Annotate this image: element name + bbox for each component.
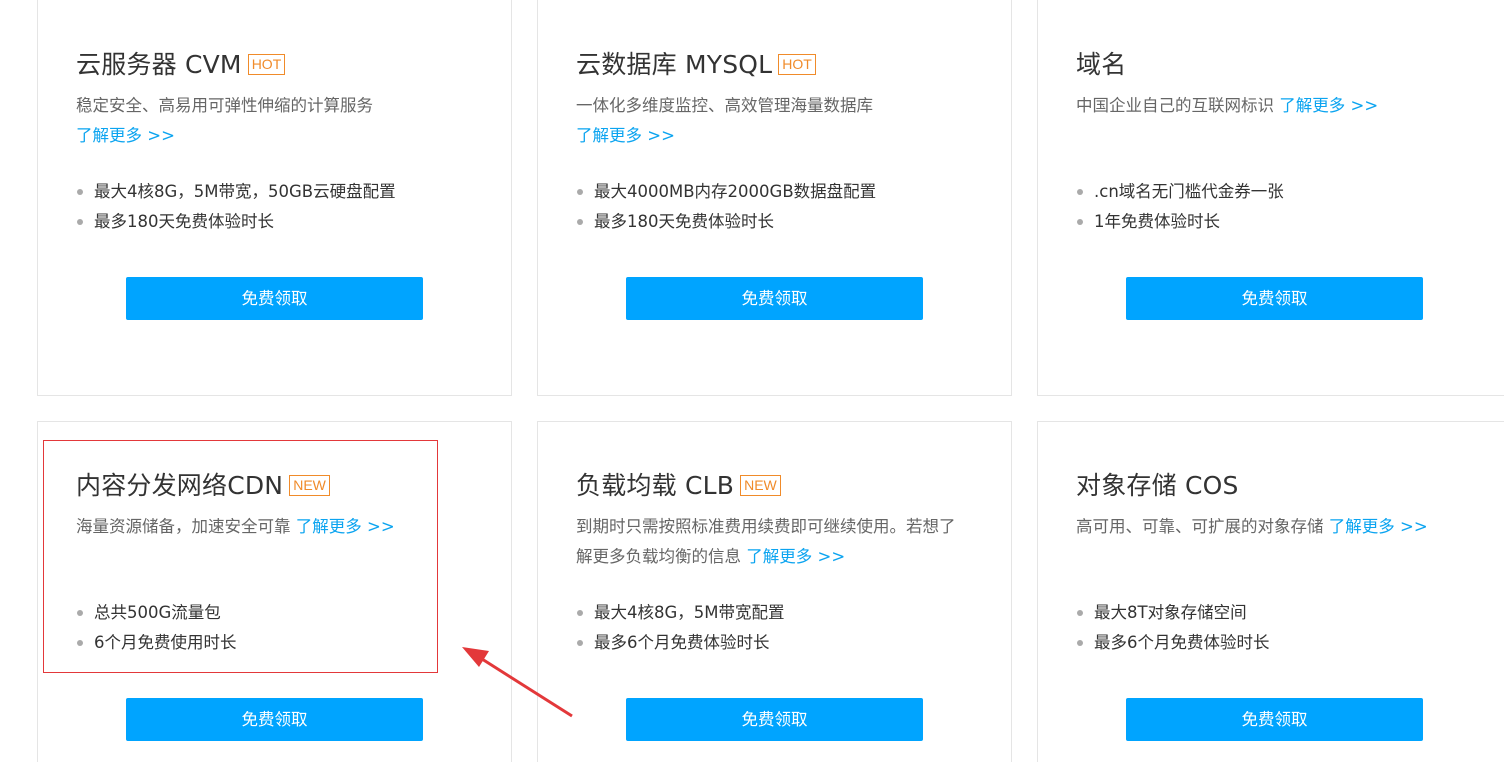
feature-text: 最多180天免费体验时长 bbox=[594, 212, 774, 231]
feature-item: 最多6个月免费体验时长 bbox=[1076, 628, 1270, 658]
product-card: 对象存储 COS 高可用、可靠、可扩展的对象存储 了解更多 >> 最大8T对象存储空… bbox=[1037, 421, 1504, 762]
feature-list: 最大4000MB内存2000GB数据盘配置 最多180天免费体验时长 bbox=[576, 177, 876, 237]
product-badge: NEW bbox=[289, 474, 330, 496]
product-title: 对象存储 COS bbox=[1076, 471, 1239, 500]
product-title: 负载均载 CLB bbox=[576, 471, 735, 500]
product-title-row: 负载均载 CLB NEW bbox=[576, 466, 781, 502]
feature-item: .cn域名无门槛代金券一张 bbox=[1076, 177, 1284, 207]
bullet-dot-icon bbox=[577, 219, 583, 225]
feature-text: 最多6个月免费体验时长 bbox=[1094, 633, 1270, 652]
claim-free-button[interactable]: 免费领取 bbox=[1126, 277, 1423, 320]
feature-text: 1年免费体验时长 bbox=[1094, 212, 1220, 231]
product-description: 一体化多维度监控、高效管理海量数据库 了解更多 >> bbox=[576, 91, 976, 151]
bullet-dot-icon bbox=[1077, 219, 1083, 225]
feature-item: 6个月免费使用时长 bbox=[76, 628, 237, 658]
claim-free-button[interactable]: 免费领取 bbox=[626, 277, 923, 320]
feature-item: 最大4000MB内存2000GB数据盘配置 bbox=[576, 177, 876, 207]
feature-text: 最多6个月免费体验时长 bbox=[594, 633, 770, 652]
product-card: 云数据库 MYSQL HOT 一体化多维度监控、高效管理海量数据库 了解更多 >> 最大… bbox=[537, 0, 1012, 396]
product-badge: HOT bbox=[778, 53, 816, 75]
product-grid: 云服务器 CVM HOT 稳定安全、高易用可弹性伸缩的计算服务 了解更多 >> 最大4核… bbox=[0, 0, 1504, 762]
feature-item: 最大8T对象存储空间 bbox=[1076, 598, 1270, 628]
claim-free-button[interactable]: 免费领取 bbox=[1126, 698, 1423, 741]
product-description-text: 一体化多维度监控、高效管理海量数据库 bbox=[576, 96, 873, 115]
claim-free-button[interactable]: 免费领取 bbox=[626, 698, 923, 741]
product-title-row: 云服务器 CVM HOT bbox=[76, 45, 286, 81]
bullet-dot-icon bbox=[77, 610, 83, 616]
product-description-text: 中国企业自己的互联网标识 bbox=[1076, 96, 1274, 115]
claim-free-button[interactable]: 免费领取 bbox=[126, 277, 423, 320]
learn-more-link[interactable]: 了解更多 >> bbox=[76, 126, 175, 145]
feature-text: 总共500G流量包 bbox=[94, 603, 221, 622]
product-card: 域名中国企业自己的互联网标识 了解更多 >> .cn域名无门槛代金券一张 1年免费体… bbox=[1037, 0, 1504, 396]
product-description: 海量资源储备，加速安全可靠 了解更多 >> bbox=[76, 512, 476, 542]
product-title: 云数据库 MYSQL bbox=[576, 50, 773, 79]
product-description-text: 海量资源储备，加速安全可靠 bbox=[76, 517, 291, 536]
product-card: 云服务器 CVM HOT 稳定安全、高易用可弹性伸缩的计算服务 了解更多 >> 最大4核… bbox=[37, 0, 512, 396]
product-description: 高可用、可靠、可扩展的对象存储 了解更多 >> bbox=[1076, 512, 1476, 542]
bullet-dot-icon bbox=[577, 640, 583, 646]
feature-text: 最大4核8G，5M带宽配置 bbox=[594, 603, 785, 622]
product-title: 内容分发网络CDN bbox=[76, 471, 284, 500]
bullet-dot-icon bbox=[1077, 610, 1083, 616]
feature-text: 最大8T对象存储空间 bbox=[1094, 603, 1247, 622]
learn-more-link[interactable]: 了解更多 >> bbox=[746, 547, 845, 566]
product-badge: HOT bbox=[247, 53, 286, 75]
feature-text: 最多180天免费体验时长 bbox=[94, 212, 274, 231]
feature-item: 最大4核8G，5M带宽配置 bbox=[576, 598, 785, 628]
feature-list: 最大8T对象存储空间最多6个月免费体验时长 bbox=[1076, 598, 1270, 658]
product-badge: NEW bbox=[740, 474, 781, 496]
product-title-row: 内容分发网络CDN NEW bbox=[76, 466, 330, 502]
product-description: 稳定安全、高易用可弹性伸缩的计算服务 了解更多 >> bbox=[76, 91, 476, 151]
feature-text: 最大4000MB内存2000GB数据盘配置 bbox=[594, 182, 877, 201]
claim-free-button[interactable]: 免费领取 bbox=[126, 698, 423, 741]
product-description: 到期时只需按照标准费用续费即可继续使用。若想了解更多负载均衡的信息 了解更多 >… bbox=[576, 512, 971, 572]
bullet-dot-icon bbox=[77, 219, 83, 225]
learn-more-link[interactable]: 了解更多 >> bbox=[576, 126, 675, 145]
product-title-row: 云数据库 MYSQL HOT bbox=[576, 45, 816, 81]
bullet-dot-icon bbox=[1077, 189, 1083, 195]
feature-list: .cn域名无门槛代金券一张 1年免费体验时长 bbox=[1076, 177, 1284, 237]
feature-item: 1年免费体验时长 bbox=[1076, 207, 1284, 237]
feature-list: 总共500G流量包 6个月免费使用时长 bbox=[76, 598, 237, 658]
feature-text: 最大4核8G，5M带宽，50GB云硬盘配置 bbox=[94, 182, 396, 201]
feature-item: 最多6个月免费体验时长 bbox=[576, 628, 785, 658]
feature-text: 6个月免费使用时长 bbox=[94, 633, 237, 652]
bullet-dot-icon bbox=[77, 640, 83, 646]
bullet-dot-icon bbox=[1077, 640, 1083, 646]
feature-list: 最大4核8G，5M带宽配置 最多6个月免费体验时长 bbox=[576, 598, 785, 658]
product-title: 域名 bbox=[1076, 50, 1127, 79]
feature-text: .cn域名无门槛代金券一张 bbox=[1094, 182, 1284, 201]
product-card: 负载均载 CLB NEW 到期时只需按照标准费用续费即可继续使用。若想了解更多负载均… bbox=[537, 421, 1012, 762]
product-description-text: 高可用、可靠、可扩展的对象存储 bbox=[1076, 517, 1324, 536]
product-title: 云服务器 CVM bbox=[76, 50, 242, 79]
learn-more-link[interactable]: 了解更多 >> bbox=[1279, 96, 1378, 115]
feature-item: 总共500G流量包 bbox=[76, 598, 237, 628]
bullet-dot-icon bbox=[77, 189, 83, 195]
feature-item: 最大4核8G，5M带宽，50GB云硬盘配置 bbox=[76, 177, 396, 207]
product-card: 内容分发网络CDN NEW 海量资源储备，加速安全可靠 了解更多 >> 总共500G流… bbox=[37, 421, 512, 762]
product-description: 中国企业自己的互联网标识 了解更多 >> bbox=[1076, 91, 1476, 121]
bullet-dot-icon bbox=[577, 610, 583, 616]
product-title-row: 域名 bbox=[1076, 45, 1126, 81]
product-description-text: 稳定安全、高易用可弹性伸缩的计算服务 bbox=[76, 96, 373, 115]
bullet-dot-icon bbox=[577, 189, 583, 195]
feature-item: 最多180天免费体验时长 bbox=[76, 207, 396, 237]
feature-item: 最多180天免费体验时长 bbox=[576, 207, 876, 237]
feature-list: 最大4核8G，5M带宽，50GB云硬盘配置 最多180天免费体验时长 bbox=[76, 177, 396, 237]
product-title-row: 对象存储 COS bbox=[1076, 466, 1239, 502]
learn-more-link[interactable]: 了解更多 >> bbox=[296, 517, 395, 536]
learn-more-link[interactable]: 了解更多 >> bbox=[1329, 517, 1428, 536]
